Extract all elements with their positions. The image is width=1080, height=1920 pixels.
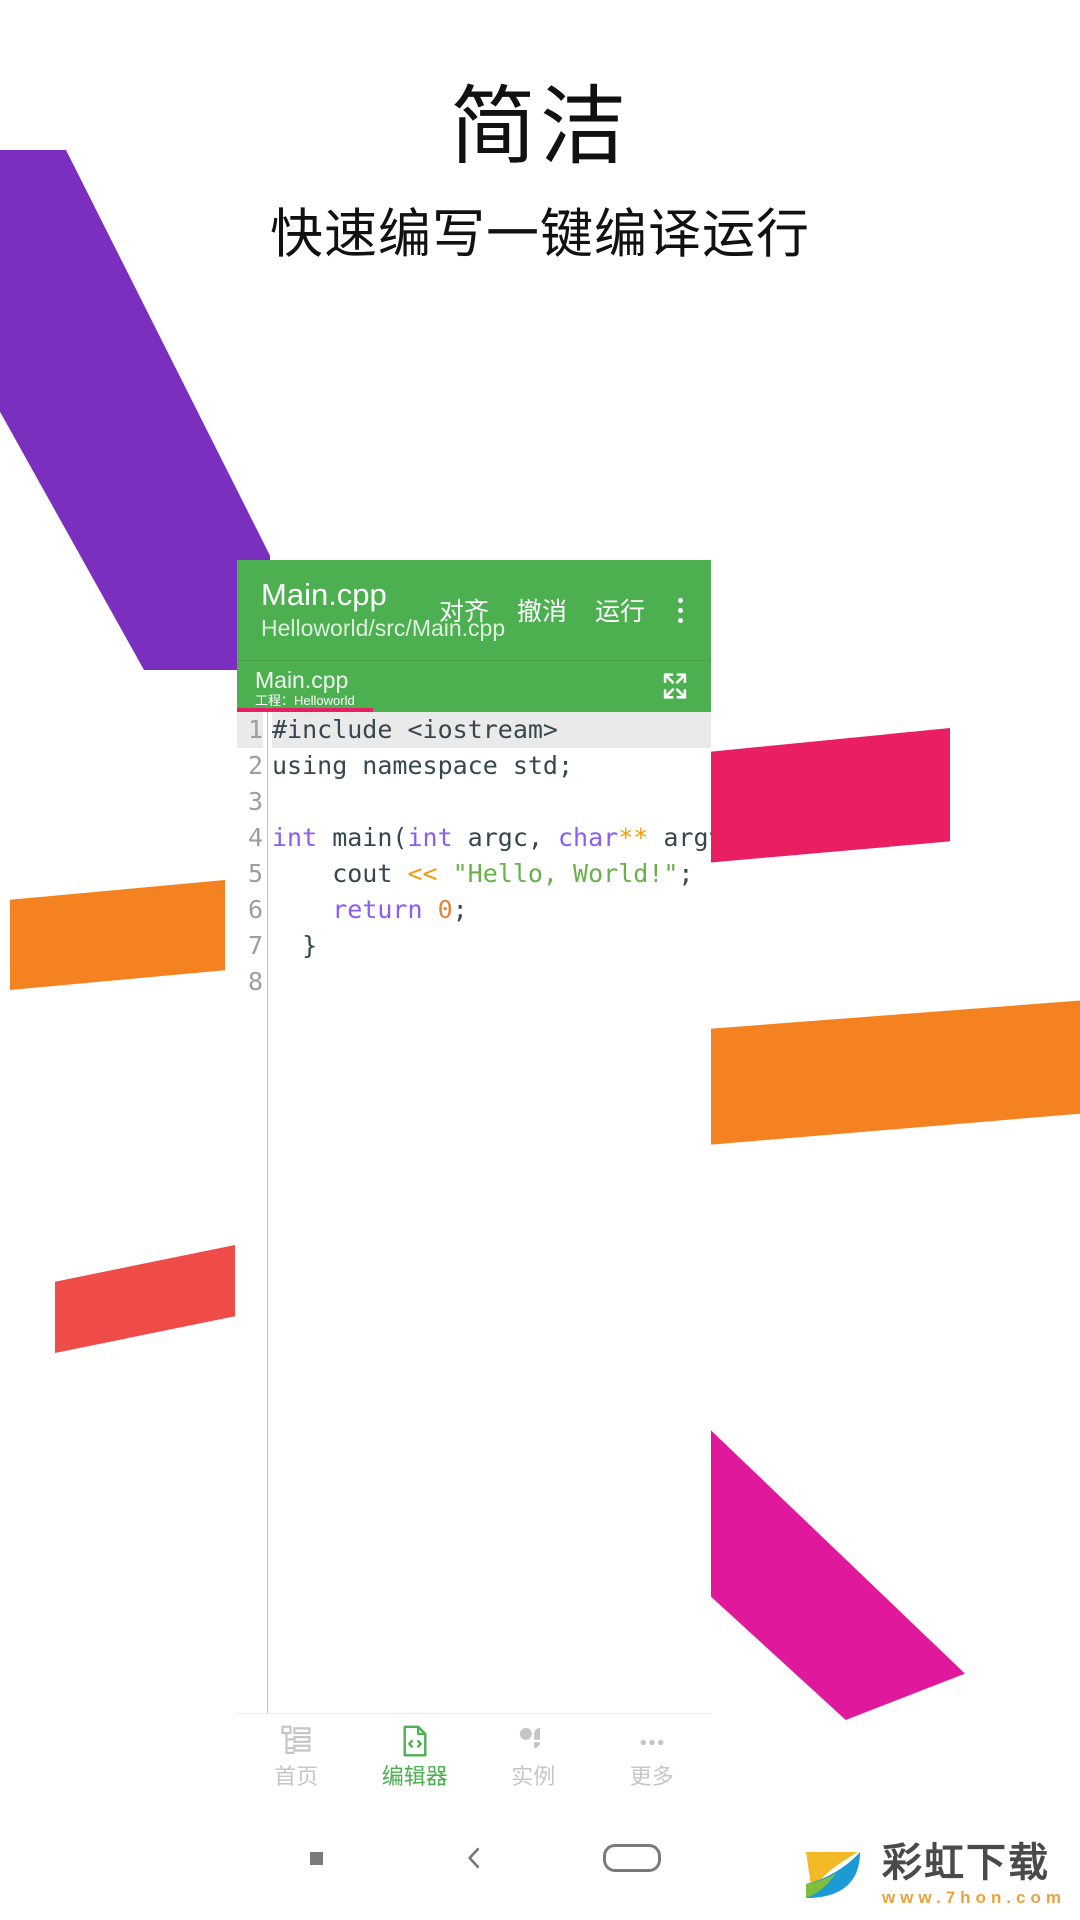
undo-button[interactable]: 撤消 <box>503 592 581 628</box>
code-token: #include <iostream> <box>272 715 558 744</box>
app-bar-actions: 对齐 撤消 运行 <box>425 590 711 630</box>
overflow-menu-icon[interactable] <box>663 590 697 630</box>
decorative-shape-orange-left <box>10 880 225 990</box>
code-token: return <box>332 895 423 924</box>
code-token: using namespace std; <box>272 751 574 780</box>
code-token: ; <box>452 895 468 924</box>
code-token: int <box>407 823 453 852</box>
home-pill-icon[interactable] <box>553 1822 711 1894</box>
code-token: int <box>272 823 318 852</box>
line-number: 5 <box>247 859 263 888</box>
decorative-shape-magenta <box>700 1430 965 1720</box>
back-chevron-icon[interactable] <box>395 1822 553 1894</box>
line-number: 2 <box>247 751 263 780</box>
code-line[interactable] <box>272 964 711 1000</box>
line-number: 1 <box>237 712 263 748</box>
line-number: 4 <box>247 823 263 852</box>
code-token: argv){ <box>663 823 711 852</box>
home-tree-icon <box>277 1722 315 1760</box>
page-title: 简洁 <box>450 79 630 175</box>
code-token: ** <box>618 823 649 852</box>
code-line[interactable]: #include <iostream> <box>272 712 711 748</box>
app-bar-titles: Main.cpp Helloworld/src/Main.cpp <box>261 577 506 643</box>
watermark-title: 彩虹下载 <box>881 1840 1050 1885</box>
decorative-shape-pink-right <box>705 728 950 863</box>
run-button[interactable]: 运行 <box>581 592 659 628</box>
recents-square-icon[interactable] <box>237 1822 395 1894</box>
code-line[interactable]: int main(int argc, char** argv){ <box>272 820 711 856</box>
code-content[interactable]: #include <iostream> using namespace std; … <box>268 712 711 1713</box>
bottom-nav-item-editor[interactable]: 编辑器 <box>356 1722 475 1790</box>
android-system-nav <box>237 1822 711 1894</box>
fullscreen-expand-icon[interactable] <box>657 669 693 703</box>
line-number: 3 <box>247 787 263 816</box>
code-token: argc, <box>452 823 558 852</box>
line-number: 7 <box>247 931 263 960</box>
site-watermark: 彩虹下载 www.7hon.com <box>797 1838 1066 1910</box>
line-number: 8 <box>247 967 263 996</box>
decorative-shape-red-left <box>55 1245 235 1353</box>
code-token: char <box>557 823 619 852</box>
code-token: ; <box>678 859 694 888</box>
tab-main-cpp[interactable]: Main.cpp 工程：Helloworld <box>237 660 373 712</box>
code-token: main( <box>317 823 408 852</box>
app-bar-title: Main.cpp <box>261 577 387 612</box>
code-token: } <box>272 931 318 960</box>
bottom-nav-label-home: 首页 <box>274 1764 319 1789</box>
align-button[interactable]: 对齐 <box>425 592 503 628</box>
code-token: << <box>407 859 438 888</box>
bottom-nav-item-more[interactable]: 更多 <box>593 1722 712 1790</box>
app-screenshot-card: Main.cpp Helloworld/src/Main.cpp 对齐 撤消 运… <box>237 560 711 1808</box>
code-editor[interactable]: 1 2 3 4 5 6 7 8 #include <iostream> using namesp… <box>237 712 711 1713</box>
more-dots-icon <box>633 1722 671 1760</box>
code-line[interactable] <box>272 784 711 820</box>
code-token: "Hello, World!" <box>437 859 679 888</box>
watermark-logo-icon <box>797 1838 870 1910</box>
editor-tab-strip: Main.cpp 工程：Helloworld <box>237 660 711 712</box>
promo-headline-block: 简洁 快速编写一键编译运行 <box>0 80 1080 266</box>
tab-file-name: Main.cpp <box>255 666 349 693</box>
bottom-nav-label-more: 更多 <box>629 1764 674 1789</box>
bottom-nav-label-examples: 实例 <box>511 1764 556 1789</box>
code-line[interactable]: return 0; <box>272 892 711 928</box>
examples-grid-icon <box>514 1722 552 1760</box>
code-line[interactable]: } <box>272 928 711 964</box>
code-line[interactable]: cout << "Hello, World!"; <box>272 856 711 892</box>
tab-project-meta: 工程：Helloworld <box>255 692 355 708</box>
bottom-nav-label-editor: 编辑器 <box>381 1764 448 1789</box>
page-subtitle: 快速编写一键编译运行 <box>270 204 810 264</box>
code-file-icon <box>396 1722 434 1760</box>
decorative-shape-orange-right <box>707 1000 1080 1145</box>
code-line[interactable]: using namespace std; <box>272 748 711 784</box>
watermark-text: 彩虹下载 www.7hon.com <box>882 1843 1066 1906</box>
code-token: cout <box>272 859 408 888</box>
watermark-url: www.7hon.com <box>881 1887 1066 1907</box>
code-token: 0 <box>437 895 453 924</box>
app-bottom-nav: 首页 编辑器 实例 更多 <box>237 1713 711 1808</box>
line-number: 6 <box>247 895 263 924</box>
app-bar-subtitle: Helloworld/src/Main.cpp <box>261 615 506 641</box>
line-number-gutter: 1 2 3 4 5 6 7 8 <box>237 712 268 1713</box>
bottom-nav-item-examples[interactable]: 实例 <box>474 1722 593 1790</box>
app-bar: Main.cpp Helloworld/src/Main.cpp 对齐 撤消 运… <box>237 560 711 660</box>
bottom-nav-item-home[interactable]: 首页 <box>237 1722 356 1790</box>
